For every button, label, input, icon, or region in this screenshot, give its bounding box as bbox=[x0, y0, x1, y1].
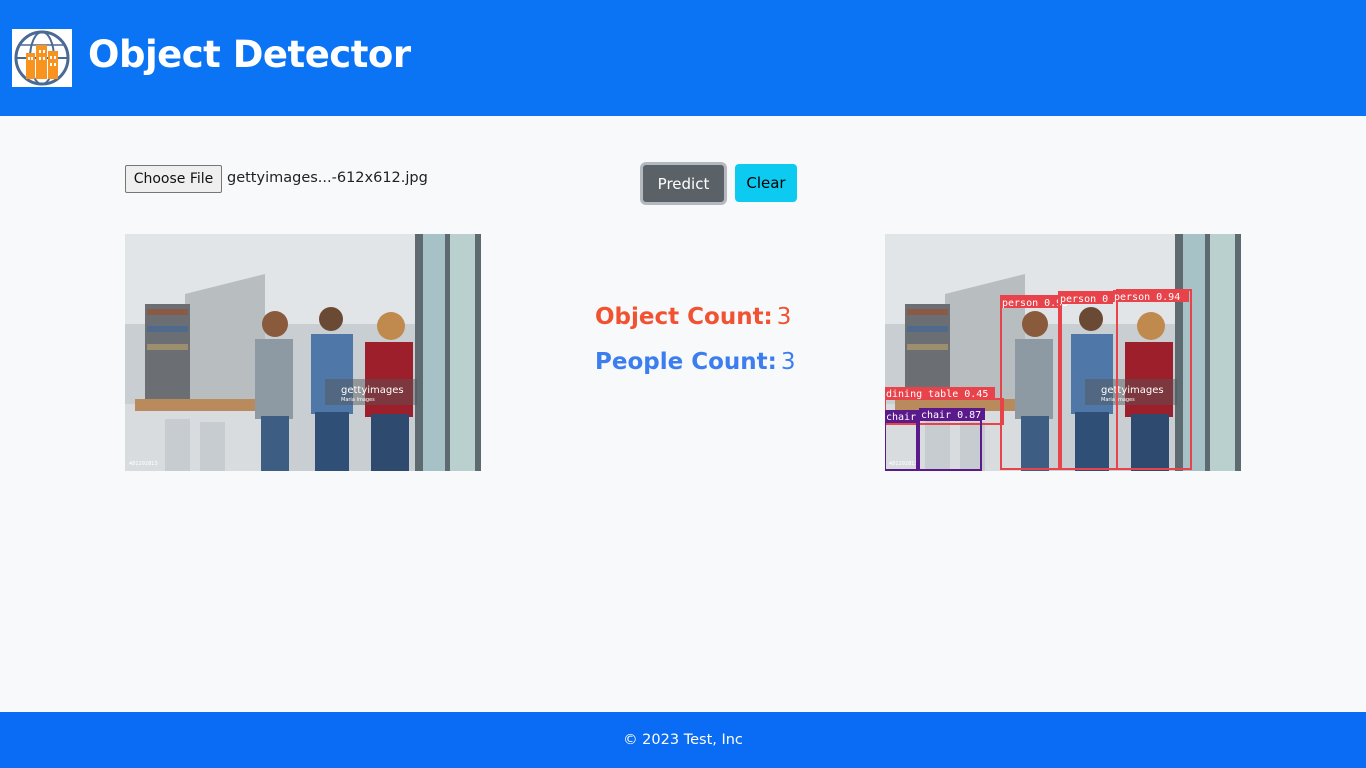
object-count: Object Count: 3 bbox=[595, 304, 791, 330]
detection-label: dining table 0.45 bbox=[886, 389, 988, 400]
output-image: gettyimages Maria Images 481292813 perso… bbox=[885, 234, 1241, 471]
predict-button[interactable]: Predict bbox=[640, 162, 727, 205]
object-count-label: Object Count: bbox=[595, 304, 773, 330]
people-count-value: 3 bbox=[780, 349, 796, 375]
people-count: People Count: 3 bbox=[595, 349, 795, 375]
app-footer: © 2023 Test, Inc bbox=[0, 712, 1366, 768]
choose-file-button[interactable]: Choose File bbox=[125, 165, 222, 193]
selected-file-name: gettyimages...-612x612.jpg bbox=[227, 170, 428, 186]
output-watermark-credit: Maria Images bbox=[1101, 397, 1135, 403]
input-image: gettyimages Maria Images 481292813 bbox=[125, 234, 481, 471]
clear-button[interactable]: Clear bbox=[735, 164, 797, 202]
input-watermark-credit: Maria Images bbox=[341, 397, 375, 403]
footer-copyright: © 2023 Test, Inc bbox=[623, 732, 743, 748]
people-count-label: People Count: bbox=[595, 349, 777, 375]
globe-buildings-logo-icon bbox=[12, 29, 72, 87]
output-watermark: gettyimages bbox=[1101, 385, 1164, 396]
output-image-id: 481292813 bbox=[889, 461, 918, 467]
detection-label: person 0 bbox=[1060, 294, 1108, 305]
detection-label: person 0.94 bbox=[1114, 292, 1180, 303]
app-header: Object Detector bbox=[0, 0, 1366, 116]
object-count-value: 3 bbox=[776, 304, 792, 330]
input-image-id: 481292813 bbox=[129, 461, 158, 467]
detection-label: chair bbox=[886, 412, 916, 423]
input-watermark: gettyimages bbox=[341, 385, 404, 396]
detection-label: chair 0.87 bbox=[921, 410, 981, 421]
app-title: Object Detector bbox=[88, 33, 411, 76]
